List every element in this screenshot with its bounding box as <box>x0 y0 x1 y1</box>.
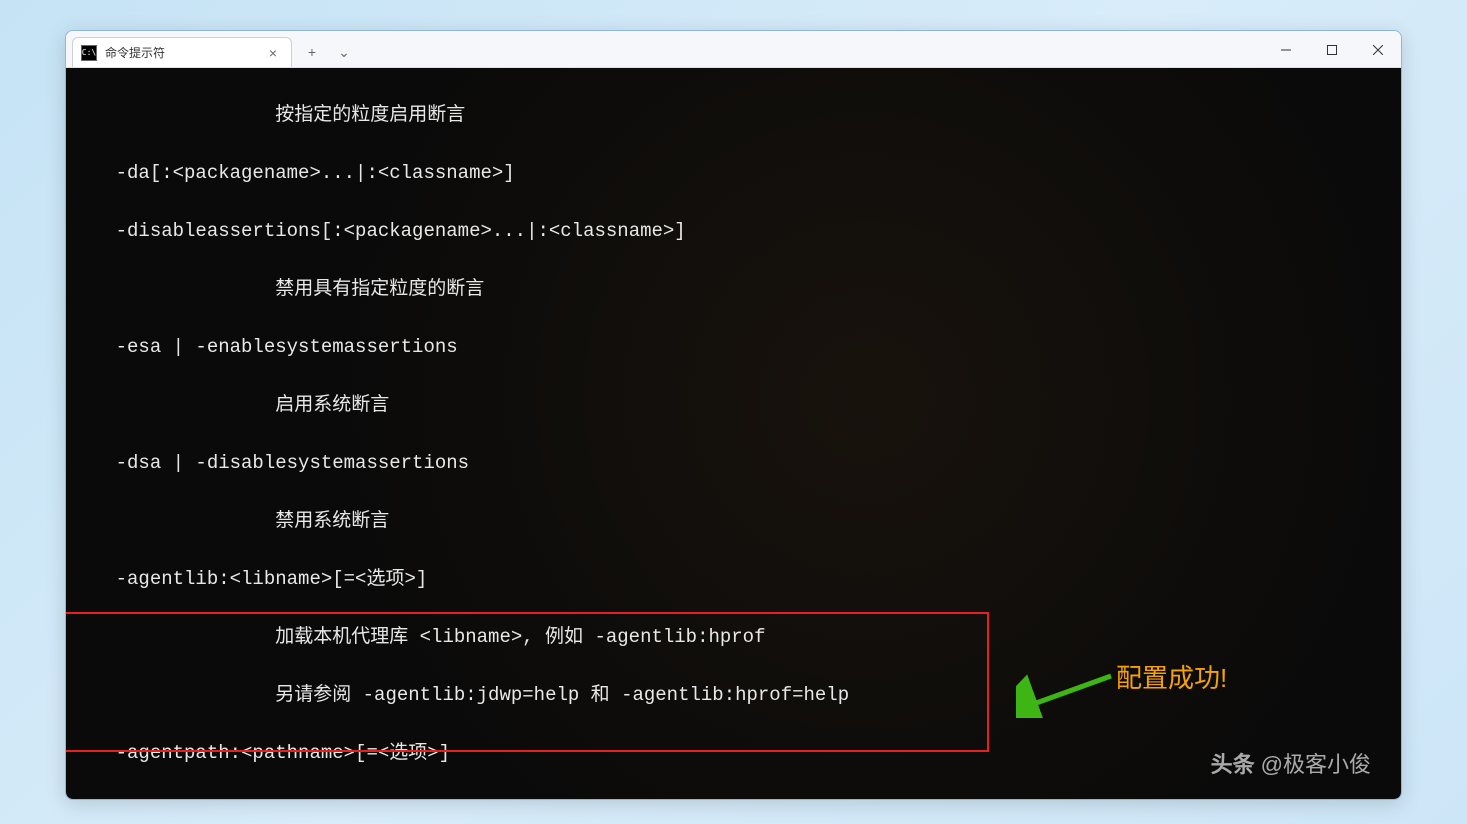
watermark-text: @极客小俊 <box>1261 750 1371 779</box>
tab-title: 命令提示符 <box>105 44 257 61</box>
tab-cmd[interactable]: C:\ 命令提示符 × <box>72 37 292 67</box>
output-line: -da[:<packagename>...|:<classname>] <box>70 159 1397 188</box>
output-line: -dsa | -disablesystemassertions <box>70 449 1397 478</box>
tab-close-button[interactable]: × <box>265 45 281 61</box>
output-line: -disableassertions[:<packagename>...|:<c… <box>70 217 1397 246</box>
annotation-text: 配置成功! <box>1116 664 1227 693</box>
annotation-highlight-box <box>66 612 989 752</box>
terminal-window: C:\ 命令提示符 × + ⌄ 按指定的粒度启用断言 -da[:<package… <box>65 30 1402 800</box>
output-line: 按完整路径名加载本机代理库 <box>70 797 1397 799</box>
close-button[interactable] <box>1355 31 1401 68</box>
tab-controls: + ⌄ <box>300 37 356 67</box>
annotation-arrow-icon <box>1016 668 1116 718</box>
cmd-icon: C:\ <box>81 45 97 61</box>
new-tab-button[interactable]: + <box>300 40 324 64</box>
watermark-logo: 头条 <box>1211 750 1255 779</box>
title-bar: C:\ 命令提示符 × + ⌄ <box>66 31 1401 68</box>
output-line: 禁用系统断言 <box>70 507 1397 536</box>
terminal-output[interactable]: 按指定的粒度启用断言 -da[:<packagename>...|:<class… <box>66 68 1401 799</box>
tab-dropdown-button[interactable]: ⌄ <box>332 40 356 64</box>
watermark: 头条 @极客小俊 <box>1211 750 1371 779</box>
output-line: 启用系统断言 <box>70 391 1397 420</box>
maximize-button[interactable] <box>1309 31 1355 68</box>
minimize-button[interactable] <box>1263 31 1309 68</box>
output-line: 按指定的粒度启用断言 <box>70 101 1397 130</box>
output-line: -agentlib:<libname>[=<选项>] <box>70 565 1397 594</box>
output-line: -esa | -enablesystemassertions <box>70 333 1397 362</box>
output-line: 禁用具有指定粒度的断言 <box>70 275 1397 304</box>
window-controls <box>1263 31 1401 68</box>
